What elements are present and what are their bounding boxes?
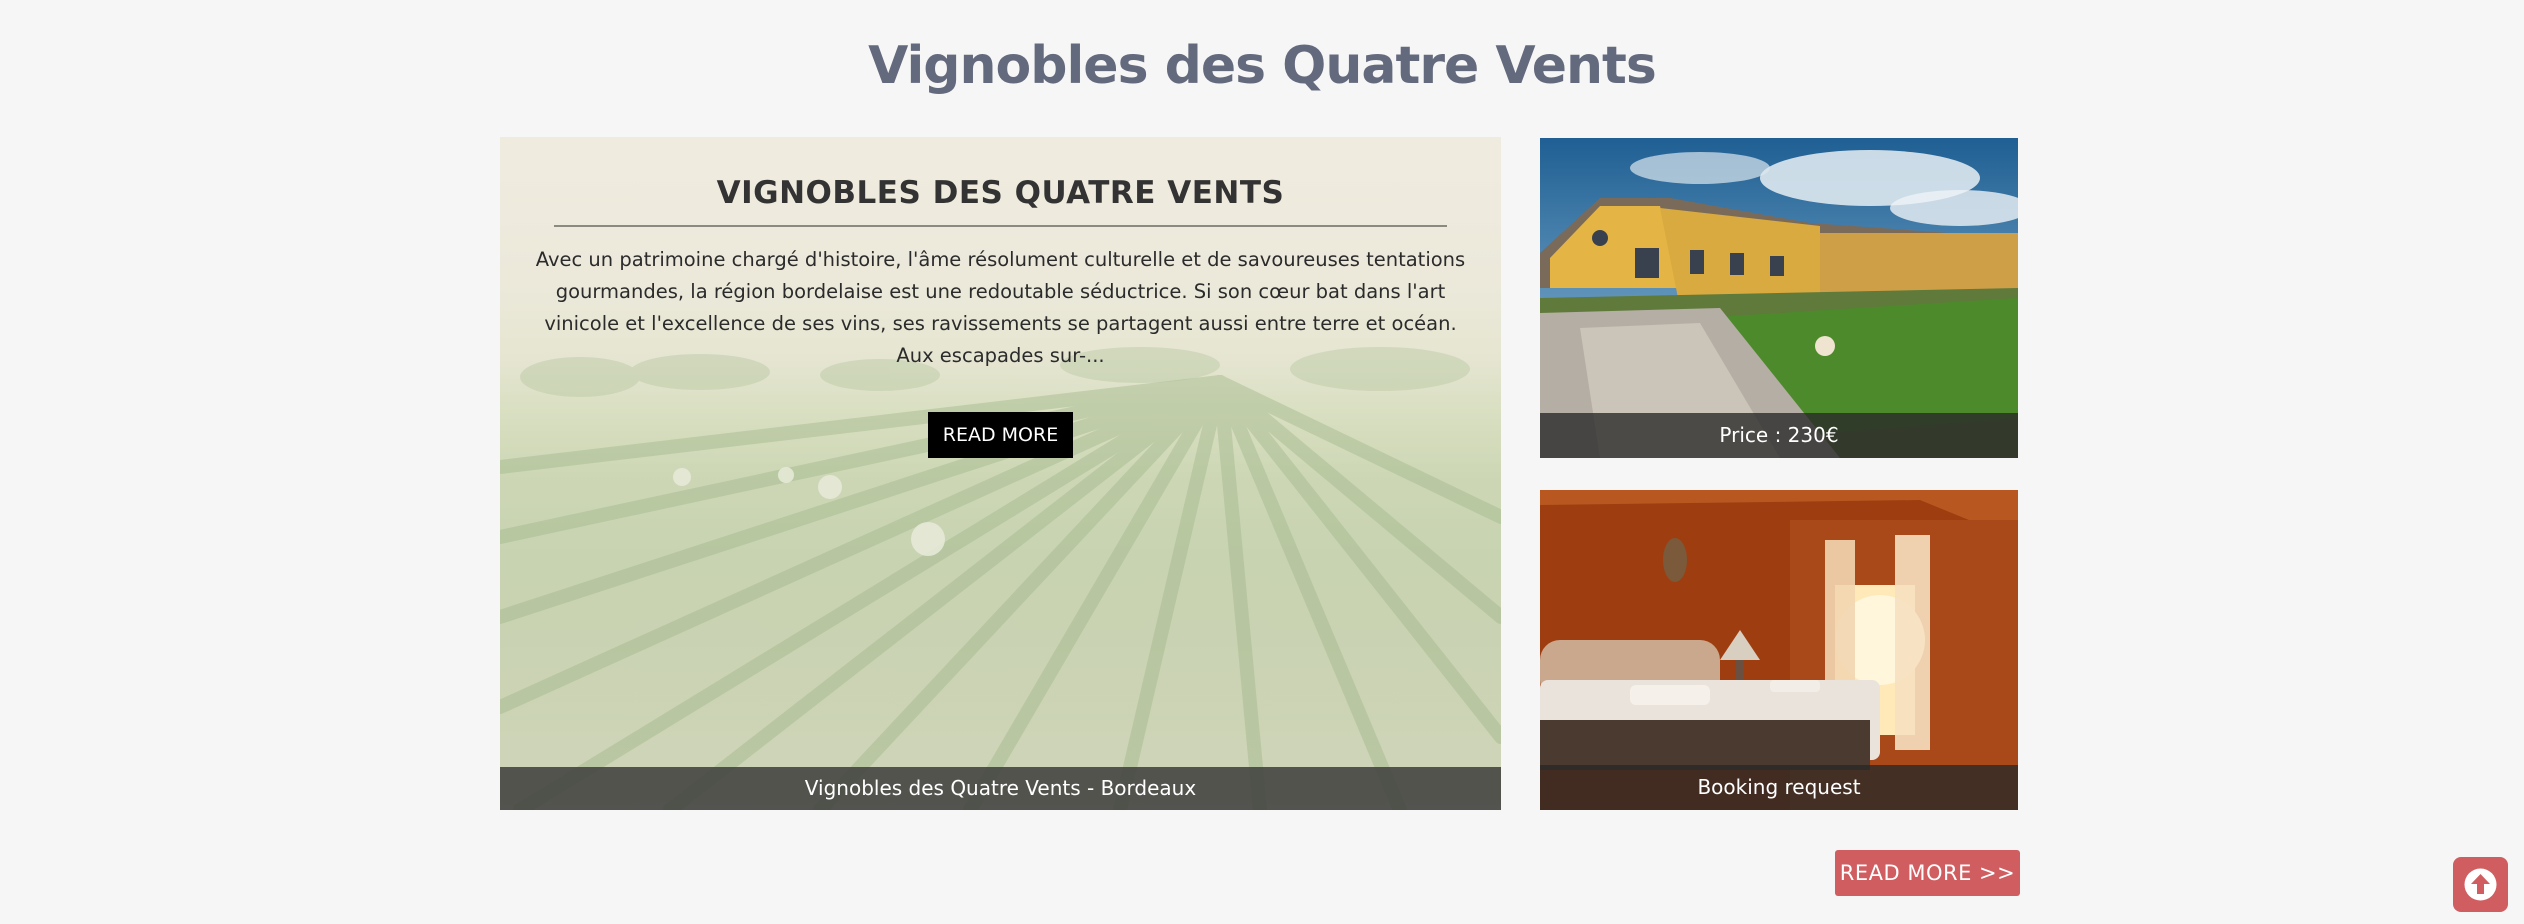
scroll-top-button[interactable] <box>2453 857 2508 912</box>
booking-card[interactable]: Booking request <box>1540 490 2018 810</box>
read-more-all-button[interactable]: READ MORE >> <box>1835 850 2020 896</box>
read-more-button[interactable]: READ MORE <box>927 412 1074 458</box>
house-image <box>1540 138 2018 458</box>
page-title: Vignobles des Quatre Vents <box>868 36 1657 96</box>
booking-caption: Booking request <box>1540 765 2018 810</box>
featured-caption[interactable]: Vignobles des Quatre Vents - Bordeaux <box>500 767 1501 810</box>
featured-content: VIGNOBLES DES QUATRE VENTS Avec un patri… <box>500 137 1501 458</box>
heading-divider <box>554 225 1447 227</box>
arrow-up-circle-icon <box>2464 868 2497 901</box>
bedroom-image <box>1540 490 2018 810</box>
featured-article-card[interactable]: VIGNOBLES DES QUATRE VENTS Avec un patri… <box>500 137 1501 810</box>
price-caption: Price : 230€ <box>1540 413 2018 458</box>
price-card[interactable]: Price : 230€ <box>1540 138 2018 458</box>
featured-excerpt: Avec un patrimoine chargé d'histoire, l'… <box>535 248 1466 367</box>
featured-heading: VIGNOBLES DES QUATRE VENTS <box>716 175 1285 211</box>
